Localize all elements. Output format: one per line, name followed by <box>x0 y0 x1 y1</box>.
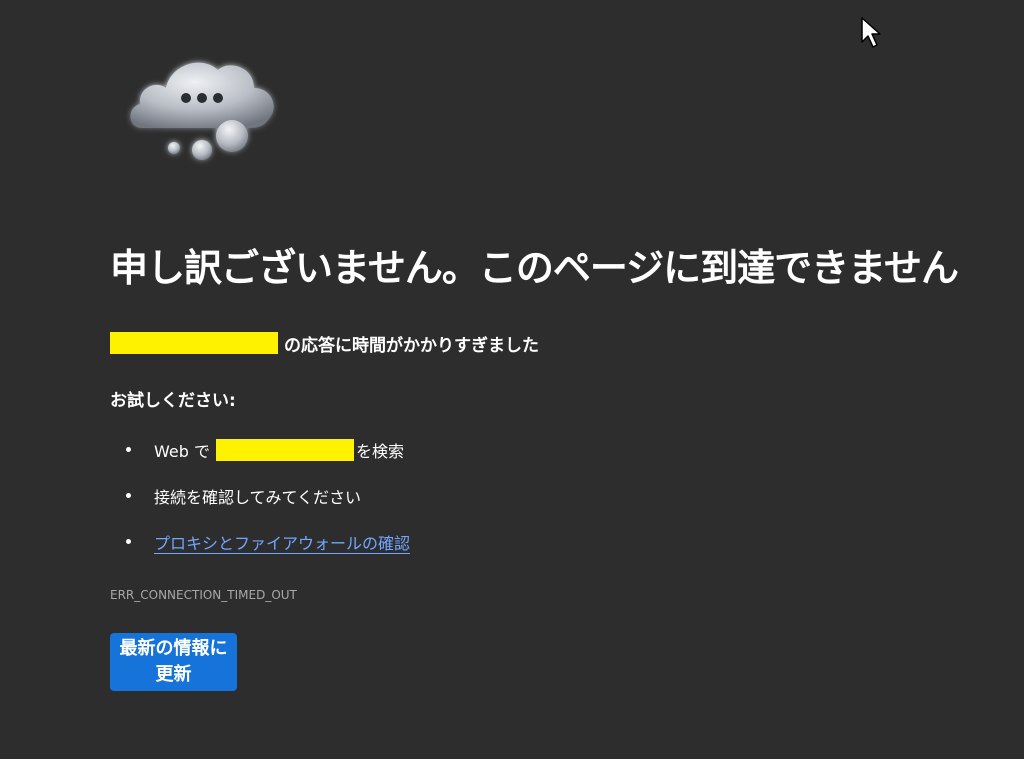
check-proxy-firewall-link[interactable]: プロキシとファイアウォールの確認 <box>154 530 410 554</box>
error-page: 申し訳ございません。このページに到達できません の応答に時間がかかりすぎました … <box>0 0 1024 759</box>
refresh-button[interactable]: 最新の情報に更新 <box>110 633 237 691</box>
redacted-search-query <box>215 439 354 461</box>
suggestion-list: Web で を検索 接続を確認してみてください プロキシとファイアウォールの確認 <box>110 432 410 570</box>
bullet-dot <box>126 493 131 498</box>
check-connection-text: 接続を確認してみてください <box>154 488 362 507</box>
bullet-dot <box>126 447 131 452</box>
suggestion-search-web: Web で を検索 <box>110 432 410 468</box>
redacted-hostname <box>110 332 278 354</box>
search-suffix: を検索 <box>355 442 404 461</box>
suggestion-check-connection: 接続を確認してみてください <box>110 478 410 514</box>
try-heading: お試しください: <box>110 391 236 411</box>
error-code: ERR_CONNECTION_TIMED_OUT <box>110 588 297 602</box>
bullet-dot <box>126 539 131 544</box>
cloud-thinking-icon <box>130 62 274 160</box>
error-message-text: の応答に時間がかかりすぎました <box>284 335 539 356</box>
page-title: 申し訳ございません。このページに到達できません <box>110 246 959 290</box>
search-prefix: Web で <box>154 442 210 461</box>
error-message: の応答に時間がかかりすぎました <box>110 330 539 356</box>
suggestion-check-proxy: プロキシとファイアウォールの確認 <box>110 524 410 560</box>
mouse-cursor-icon <box>861 17 881 48</box>
